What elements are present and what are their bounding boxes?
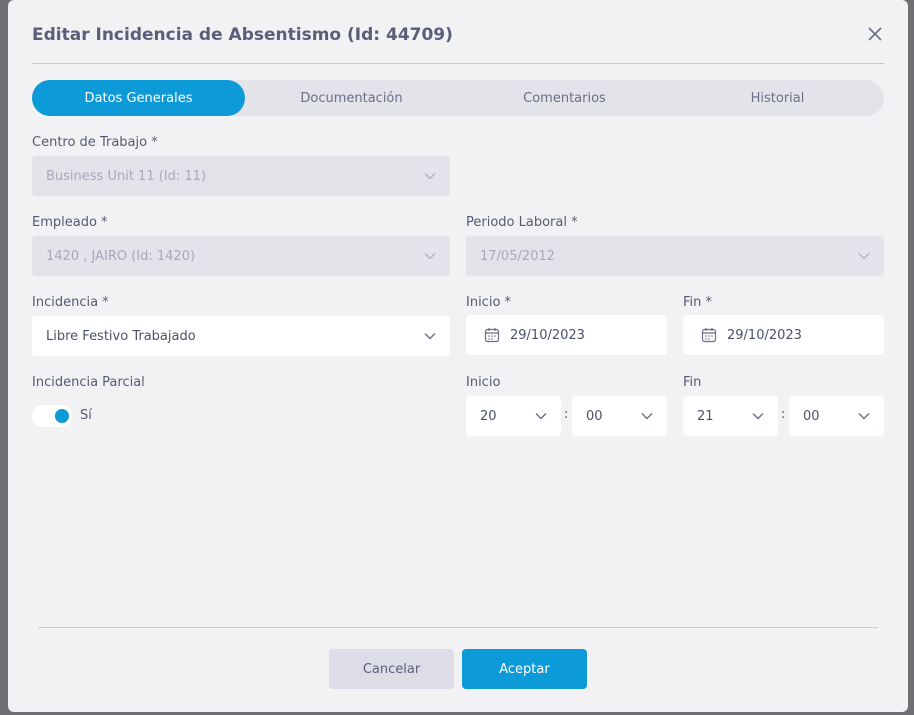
fin-minute-select[interactable]: 00: [789, 396, 884, 436]
toggle-knob: [55, 409, 69, 423]
fin-fecha-value: 29/10/2023: [727, 327, 802, 343]
cancel-button[interactable]: Cancelar: [329, 649, 454, 689]
fin-fecha-label: Fin *: [683, 295, 713, 310]
tab-comentarios[interactable]: Comentarios: [458, 80, 671, 116]
parcial-label: Incidencia Parcial: [32, 375, 145, 390]
centro-label: Centro de Trabajo *: [32, 135, 158, 150]
edit-absence-modal: Editar Incidencia de Absentismo (Id: 447…: [8, 0, 908, 712]
periodo-label: Periodo Laboral *: [466, 215, 578, 230]
fin-hour-select[interactable]: 21: [683, 396, 778, 436]
inicio-fecha-input[interactable]: 29/10/2023: [466, 315, 667, 355]
footer-divider: [38, 627, 878, 628]
chevron-down-icon: [424, 173, 436, 180]
periodo-value: 17/05/2012: [480, 248, 555, 264]
tab-historial[interactable]: Historial: [671, 80, 884, 116]
centro-value: Business Unit 11 (Id: 11): [46, 168, 207, 184]
incidencia-select[interactable]: Libre Festivo Trabajado: [32, 316, 450, 356]
fin-fecha-input[interactable]: 29/10/2023: [683, 315, 884, 355]
inicio-minute-select[interactable]: 00: [572, 396, 667, 436]
inicio-minute-value: 00: [586, 408, 603, 424]
periodo-select[interactable]: 17/05/2012: [466, 236, 884, 276]
incidencia-value: Libre Festivo Trabajado: [46, 328, 196, 344]
parcial-toggle-label: Sí: [80, 408, 92, 423]
empleado-select[interactable]: 1420 , JAIRO (Id: 1420): [32, 236, 450, 276]
empleado-label: Empleado *: [32, 215, 108, 230]
incidencia-label: Incidencia *: [32, 295, 109, 310]
time-separator: :: [564, 407, 569, 422]
fin-hour-value: 21: [697, 408, 714, 424]
tab-bar: Datos Generales Documentación Comentario…: [32, 80, 884, 116]
chevron-down-icon: [858, 413, 870, 420]
tab-documentacion[interactable]: Documentación: [245, 80, 458, 116]
calendar-icon: [484, 328, 500, 343]
chevron-down-icon: [858, 253, 870, 260]
modal-title: Editar Incidencia de Absentismo (Id: 447…: [32, 25, 453, 45]
parcial-toggle[interactable]: [32, 405, 72, 427]
close-icon[interactable]: [865, 24, 885, 44]
inicio-fecha-label: Inicio *: [466, 295, 512, 310]
inicio-hour-select[interactable]: 20: [466, 396, 561, 436]
chevron-down-icon: [752, 413, 764, 420]
chevron-down-icon: [641, 413, 653, 420]
calendar-icon: [701, 328, 717, 343]
empleado-value: 1420 , JAIRO (Id: 1420): [46, 248, 196, 264]
chevron-down-icon: [535, 413, 547, 420]
accept-button[interactable]: Aceptar: [462, 649, 587, 689]
inicio-hora-label: Inicio: [466, 375, 501, 390]
fin-hora-label: Fin: [683, 375, 702, 390]
inicio-fecha-value: 29/10/2023: [510, 327, 585, 343]
chevron-down-icon: [424, 253, 436, 260]
time-separator: :: [781, 407, 786, 422]
inicio-hour-value: 20: [480, 408, 497, 424]
header-divider: [32, 63, 884, 64]
centro-select[interactable]: Business Unit 11 (Id: 11): [32, 156, 450, 196]
chevron-down-icon: [424, 333, 436, 340]
tab-datos-generales[interactable]: Datos Generales: [32, 80, 245, 116]
fin-minute-value: 00: [803, 408, 820, 424]
